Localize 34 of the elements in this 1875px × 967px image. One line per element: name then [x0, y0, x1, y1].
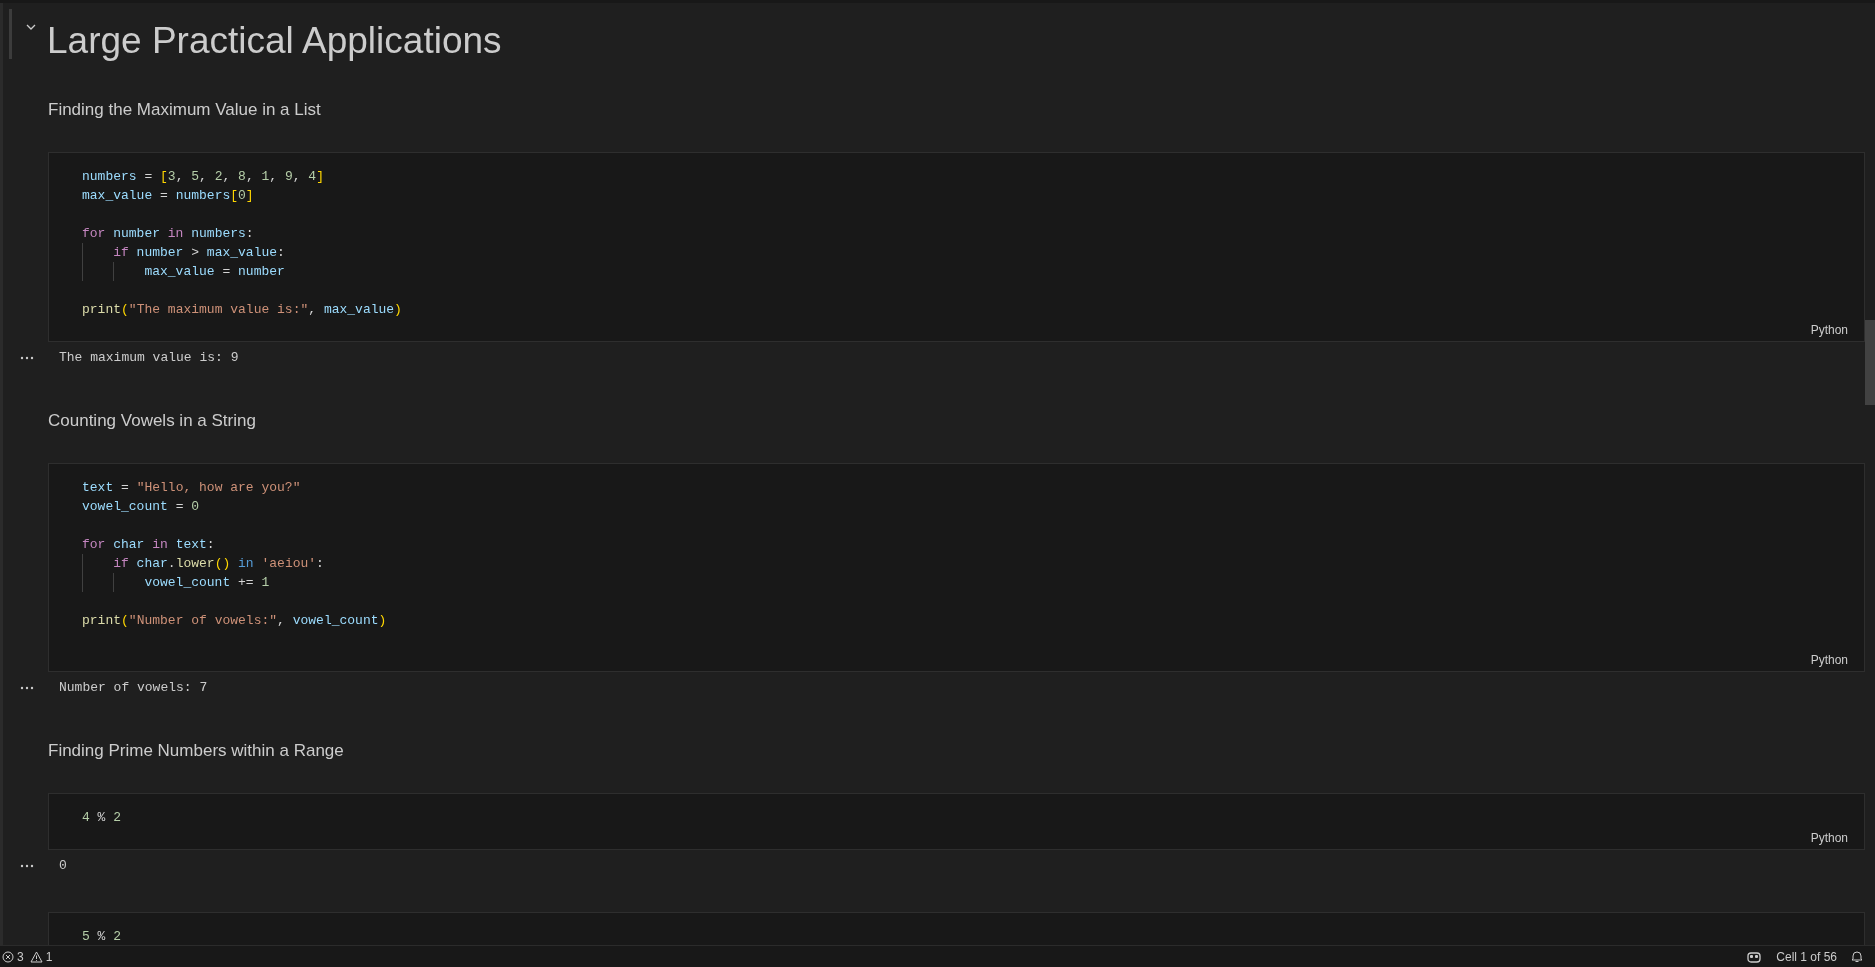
code-cell[interactable]: numbers = [3, 5, 2, 8, 1, 9, 4] max_value = numbers[0] for number in numbers: if number > max_value: max_value = number print("The maximum value is:", max_value) Python — [48, 152, 1865, 342]
error-icon — [2, 950, 14, 963]
code-line: if number > max_value: — [112, 245, 285, 260]
code-line: if char.lower() in 'aeiou': — [112, 556, 324, 571]
markdown-text: Finding the Maximum Value in a List — [48, 99, 321, 122]
language-label[interactable]: Python — [1810, 321, 1848, 339]
code-line: print("Number of vowels:", vowel_count) — [82, 613, 387, 628]
code-line: max_value = number — [143, 264, 285, 279]
problems-button[interactable]: 3 1 — [0, 946, 55, 967]
code-line: text = "Hello, how are you?" — [82, 480, 301, 495]
scrollbar-thumb[interactable] — [1865, 320, 1875, 405]
code-line: for number in numbers: — [82, 226, 254, 241]
code-line: print("The maximum value is:", max_value) — [82, 302, 402, 317]
warning-icon — [29, 950, 43, 963]
code-line: numbers = [3, 5, 2, 8, 1, 9, 4] — [82, 169, 324, 184]
markdown-text: Finding Prime Numbers within a Range — [48, 740, 344, 763]
code-line: vowel_count += 1 — [143, 575, 270, 590]
code-line: for char in text: — [82, 537, 215, 552]
code-cell[interactable]: text = "Hello, how are you?" vowel_count = 0 for char in text: if char.lower() in 'aeiou': vowel_count += 1 print("Number of vowels:", vowel_count) Python — [48, 463, 1865, 672]
cell-output: The maximum value is: 9 — [59, 349, 239, 368]
code-line: vowel_count = 0 — [82, 499, 200, 514]
code-cell[interactable]: 4 % 2 Python — [48, 793, 1865, 850]
markdown-text: Counting Vowels in a String — [48, 410, 256, 433]
code-cell[interactable]: 5 % 2 — [48, 912, 1865, 945]
language-label[interactable]: Python — [1810, 829, 1848, 847]
code-line: 4 % 2 — [82, 810, 122, 825]
cell-position[interactable]: Cell 1 of 56 — [1776, 947, 1837, 966]
cell-output: 0 — [59, 857, 67, 876]
section-heading: Large Practical Applications — [47, 19, 502, 63]
notifications-bell-icon[interactable] — [1851, 950, 1863, 963]
language-label[interactable]: Python — [1810, 651, 1848, 669]
cell-output: Number of vowels: 7 — [59, 679, 208, 698]
code-line: max_value = numbers[0] — [82, 188, 254, 203]
code-line: 5 % 2 — [82, 929, 122, 944]
